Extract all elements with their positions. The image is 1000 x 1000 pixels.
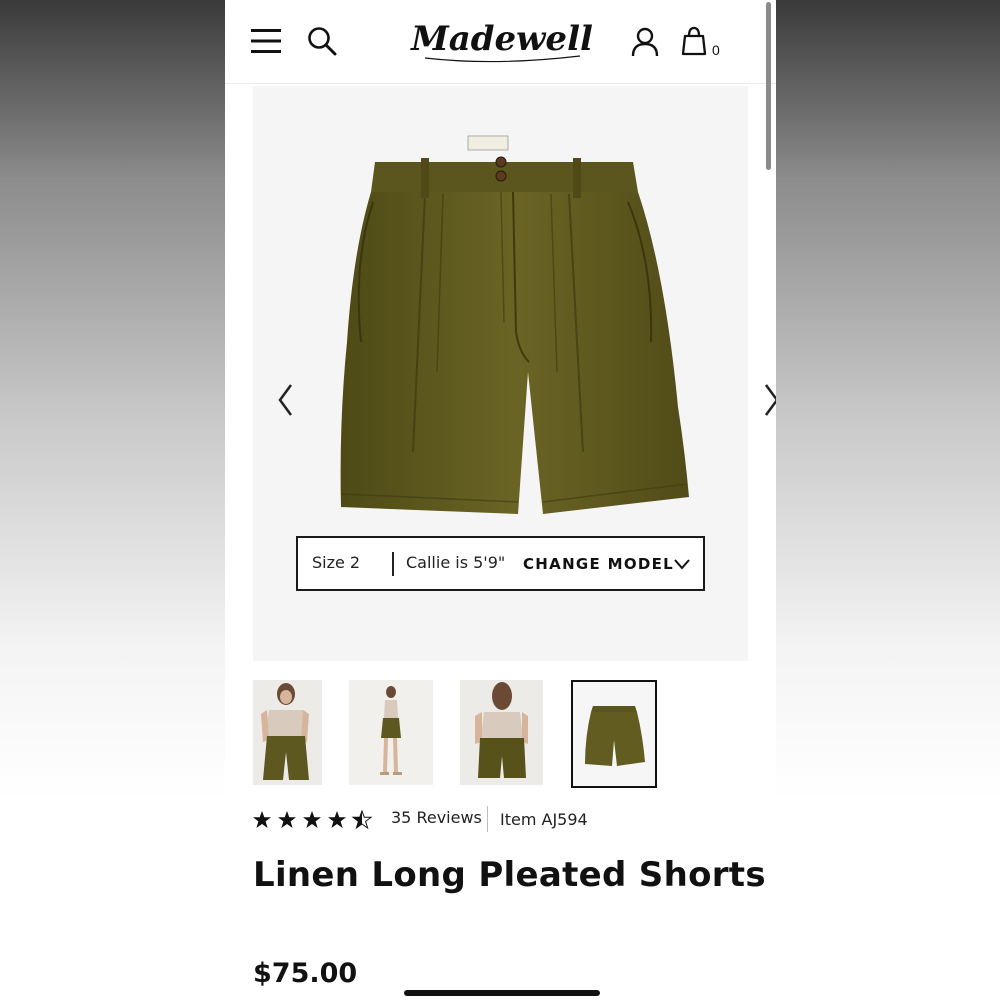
logo-text: Madewell xyxy=(410,19,593,59)
star-icon xyxy=(328,811,346,828)
product-main-image xyxy=(340,135,689,514)
home-indicator[interactable] xyxy=(404,990,600,996)
model-height-label: Callie is 5'9" xyxy=(406,553,506,572)
bag-count: 0 xyxy=(712,42,720,58)
change-model-selector[interactable]: Size 2 Callie is 5'9" CHANGE MODEL xyxy=(296,536,705,591)
thumbnail-flat-lay[interactable] xyxy=(571,680,657,788)
divider xyxy=(392,552,394,576)
thumbnail-side-model[interactable] xyxy=(349,680,433,785)
menu-icon[interactable] xyxy=(251,28,281,54)
scrollbar[interactable] xyxy=(766,2,771,170)
product-title: Linen Long Pleated Shorts xyxy=(253,855,766,895)
thumbnail-back-model[interactable] xyxy=(460,680,543,785)
chevron-left-icon[interactable] xyxy=(277,382,295,418)
star-icon xyxy=(253,811,271,828)
star-icon xyxy=(278,811,296,828)
star-icon xyxy=(303,811,321,828)
thumbnail-front-model[interactable] xyxy=(253,680,322,785)
half-star-icon xyxy=(352,810,372,829)
change-model-label: CHANGE MODEL xyxy=(523,555,675,573)
bag-icon[interactable] xyxy=(681,26,707,56)
site-header: Madewell 0 xyxy=(225,0,776,84)
reviews-link[interactable]: 35 Reviews xyxy=(391,808,482,827)
product-page: Madewell 0 Size 2 Callie is 5'9" CHANGE … xyxy=(225,0,776,1000)
account-icon[interactable] xyxy=(631,27,659,57)
divider xyxy=(487,806,488,832)
item-number: Item AJ594 xyxy=(500,810,588,829)
model-size-label: Size 2 xyxy=(312,553,361,572)
star-rating[interactable] xyxy=(253,808,373,830)
chevron-right-icon[interactable] xyxy=(762,382,776,418)
madewell-logo[interactable]: Madewell xyxy=(405,12,600,68)
chevron-down-icon xyxy=(674,559,690,570)
search-icon[interactable] xyxy=(307,26,337,56)
product-price: $75.00 xyxy=(253,958,358,989)
